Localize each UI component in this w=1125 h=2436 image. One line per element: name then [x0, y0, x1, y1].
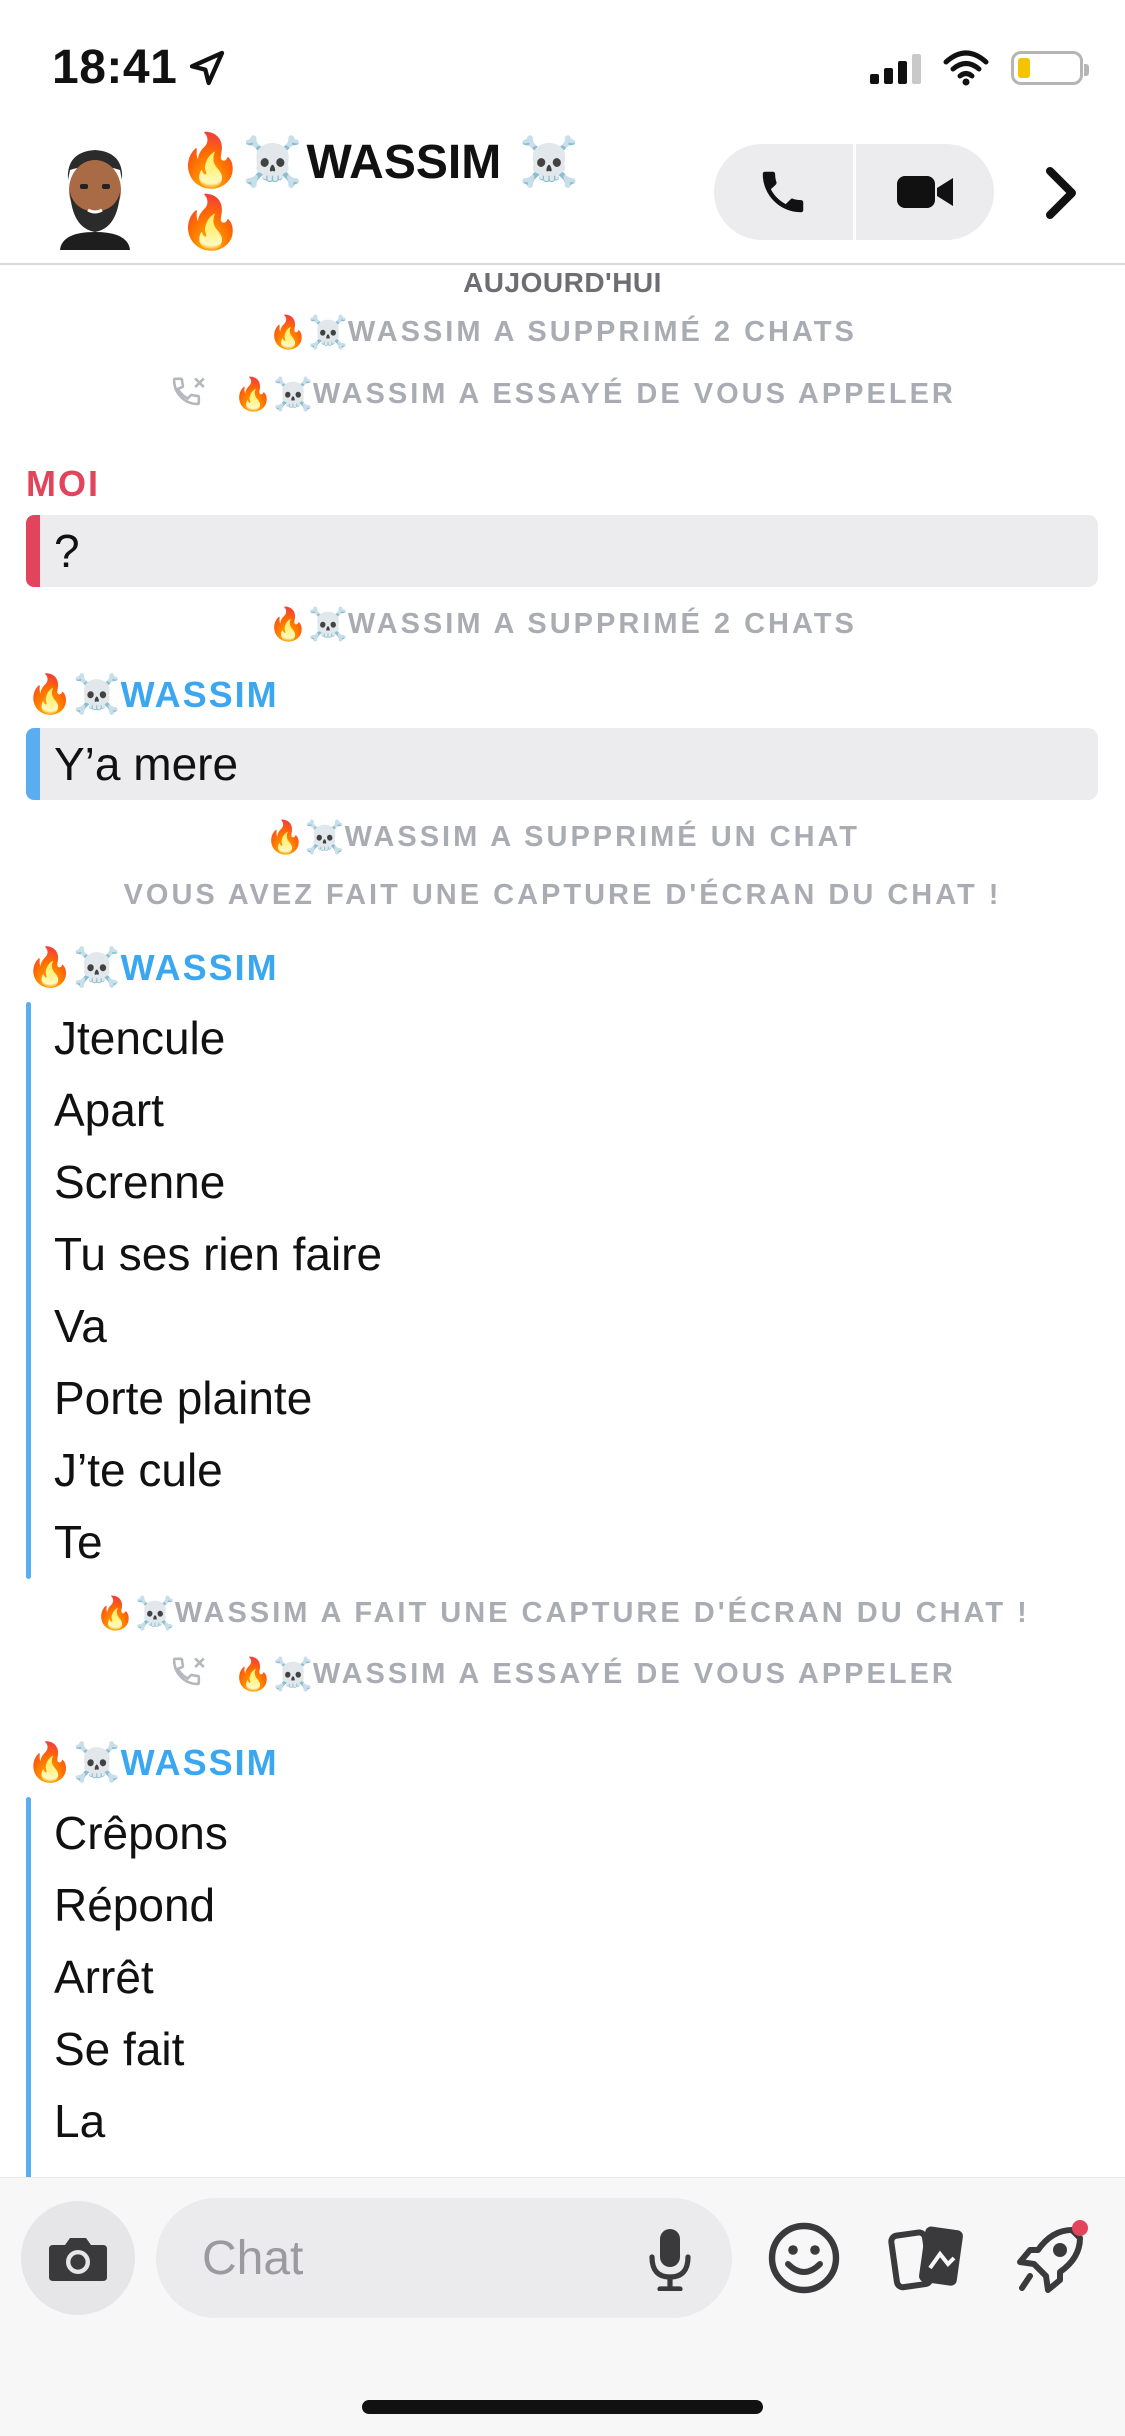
status-bar: 18:41: [0, 0, 1125, 130]
phone-icon: [763, 171, 804, 213]
message-text: La: [54, 2095, 106, 2147]
rocket-icon: [1017, 2220, 1088, 2293]
message-text: Se fait: [54, 2023, 185, 2075]
home-indicator: [362, 2400, 763, 2414]
message-text: Arrêt: [54, 1951, 154, 2003]
message-text: J’te cule: [54, 1444, 223, 1496]
status-time: 18:41: [52, 40, 227, 95]
system-message-screenshot: VOUS AVEZ FAIT UNE CAPTURE D'ÉCRAN DU CH…: [123, 879, 1002, 911]
messages-list[interactable]: AUJOURD'HUI 🔥 ☠️ WASSIM A SUPPRIMÉ 2 CHATS…: [0, 265, 1125, 2177]
location-arrow-icon: [190, 50, 225, 85]
skull-emoji: ☠️: [242, 136, 303, 189]
avatar[interactable]: [50, 140, 140, 250]
system-message-call: 🔥 ☠️ WASSIM A ESSAYÉ DE VOUS APPELER: [0, 1655, 1125, 1693]
battery-level: [1018, 58, 1030, 78]
camera-icon: [49, 2238, 107, 2281]
battery-icon: [1011, 51, 1089, 85]
system-message: 🔥 ☠️ WASSIM A SUPPRIMÉ 2 CHATS: [268, 606, 857, 642]
message-text: Tu ses rien faire: [54, 1228, 383, 1280]
sender-bar: [26, 1797, 31, 2177]
message-text: ?: [54, 525, 80, 577]
message-text: Jtencule: [54, 1012, 226, 1064]
message-text: Te: [54, 1516, 103, 1568]
date-label: AUJOURD'HUI: [463, 267, 662, 298]
skull-emoji: ☠️: [519, 136, 579, 189]
video-icon: [896, 176, 953, 208]
chevron-right-button[interactable]: [1030, 158, 1090, 228]
composer-bar: [0, 2177, 1125, 2436]
fire-emoji-stack: 🔥 🔥: [178, 132, 243, 252]
sender-bar: [26, 1002, 31, 1579]
camera-button[interactable]: [21, 2201, 135, 2315]
clock: 18:41: [52, 41, 178, 94]
message-text: Apart: [54, 1084, 164, 1136]
message-text: Crêpons: [54, 1807, 228, 1859]
message-bubble[interactable]: ?: [26, 515, 1098, 587]
contact-name: ☠️ WASSIM ☠️: [243, 132, 583, 194]
chevron-right-icon: [1046, 167, 1076, 219]
wifi-icon: [943, 50, 989, 86]
system-message: 🔥 ☠️ WASSIM A SUPPRIMÉ UN CHAT: [264, 819, 861, 855]
message-bubble[interactable]: Y’a mere: [26, 728, 1098, 800]
message-text: Screnne: [54, 1156, 226, 1208]
message-text: Porte plainte: [54, 1372, 313, 1424]
sender-bar: [26, 515, 40, 587]
sender-label-them: 🔥 ☠️ WASSIM: [26, 674, 279, 716]
missed-call-icon: [169, 375, 211, 413]
games-button[interactable]: [1010, 2216, 1094, 2300]
missed-call-icon: [169, 1655, 211, 1693]
message-group[interactable]: Jtencule Apart Screnne Tu ses rien faire…: [26, 1002, 1098, 1579]
header-title[interactable]: 🔥 🔥 ☠️ WASSIM ☠️: [178, 130, 583, 254]
system-message: 🔥 ☠️ WASSIM A SUPPRIMÉ 2 CHATS: [268, 314, 857, 350]
system-message-screenshot: 🔥 ☠️ WASSIM A FAIT UNE CAPTURE D'ÉCRAN DU …: [95, 1595, 1030, 1631]
contact-name-text: WASSIM: [306, 136, 502, 189]
message-text: Pa: [54, 2157, 110, 2177]
sender-label-me: MOI: [26, 463, 100, 504]
smiley-icon: [768, 2222, 840, 2294]
message-group[interactable]: Crêpons Répond Arrêt Se fait La Pa: [26, 1797, 1098, 2177]
sender-label-them: 🔥 ☠️ WASSIM: [26, 1742, 279, 1784]
sender-bar: [26, 728, 40, 800]
voice-call-button[interactable]: [714, 144, 853, 240]
status-icons: [870, 50, 1089, 86]
call-buttons: [714, 144, 994, 240]
message-text: Répond: [54, 1879, 216, 1931]
microphone-button[interactable]: [642, 2226, 698, 2292]
microphone-icon: [649, 2229, 691, 2291]
video-call-button[interactable]: [856, 144, 995, 240]
emoji-button[interactable]: [762, 2216, 846, 2300]
message-text: Y’a mere: [54, 738, 239, 790]
sender-label-them: 🔥 ☠️ WASSIM: [26, 947, 279, 989]
cards-icon: [888, 2226, 963, 2291]
chat-header: 🔥 🔥 ☠️ WASSIM ☠️: [0, 130, 1125, 265]
signal-icon: [870, 52, 921, 84]
stickers-button[interactable]: [886, 2216, 970, 2300]
system-message-call: 🔥 ☠️ WASSIM A ESSAYÉ DE VOUS APPELER: [0, 375, 1125, 413]
message-text: Va: [54, 1300, 107, 1352]
